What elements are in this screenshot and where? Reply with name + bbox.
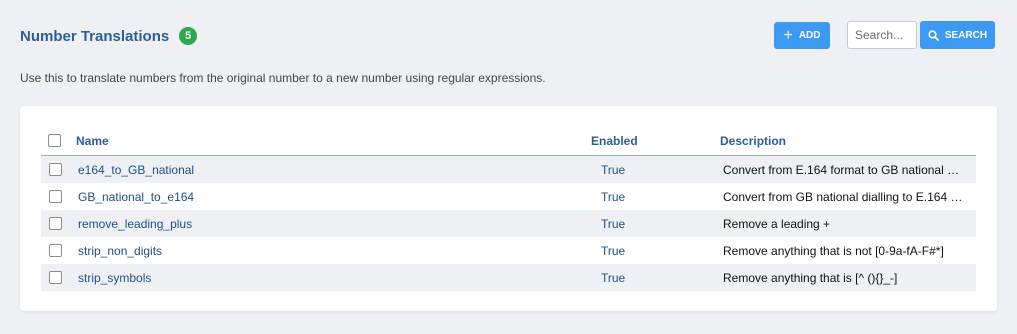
- count-badge: 5: [179, 27, 198, 45]
- page-title: Number Translations 5: [20, 27, 198, 45]
- row-enabled: True: [601, 244, 626, 258]
- page-title-text: Number Translations: [20, 27, 170, 45]
- row-enabled: True: [601, 190, 626, 204]
- row-name-link[interactable]: strip_non_digits: [78, 244, 162, 258]
- add-button-label: ADD: [798, 30, 821, 41]
- table-row[interactable]: strip_non_digits True Remove anything th…: [41, 237, 976, 264]
- row-description: Remove anything that is not [0-9a-fA-F#*…: [723, 244, 944, 258]
- translations-table-card: Name Enabled Description e164_to_GB_nati…: [20, 106, 997, 311]
- row-name-link[interactable]: remove_leading_plus: [78, 217, 192, 231]
- row-enabled: True: [601, 217, 626, 231]
- table-row[interactable]: GB_national_to_e164 True Convert from GB…: [41, 183, 976, 210]
- row-name-link[interactable]: GB_national_to_e164: [78, 190, 194, 204]
- column-header-enabled[interactable]: Enabled: [591, 134, 638, 148]
- row-description: Convert from E.164 format to GB national…: [723, 163, 960, 177]
- row-name-link[interactable]: strip_symbols: [78, 271, 151, 285]
- table-row[interactable]: strip_symbols True Remove anything that …: [41, 264, 976, 291]
- row-enabled: True: [601, 163, 626, 177]
- table-header: Name Enabled Description: [41, 128, 976, 156]
- row-checkbox[interactable]: [49, 163, 62, 176]
- row-checkbox[interactable]: [49, 271, 62, 284]
- page-description: Use this to translate numbers from the o…: [20, 71, 546, 85]
- select-all-checkbox[interactable]: [48, 134, 61, 147]
- search-input[interactable]: [847, 21, 917, 49]
- row-checkbox[interactable]: [49, 190, 62, 203]
- search-icon: [928, 29, 939, 41]
- table-row[interactable]: e164_to_GB_national True Convert from E.…: [41, 156, 976, 183]
- row-description: Remove a leading +: [723, 217, 831, 231]
- plus-icon: +: [783, 26, 793, 44]
- row-name-link[interactable]: e164_to_GB_national: [78, 163, 194, 177]
- add-button[interactable]: + ADD: [774, 22, 830, 49]
- column-header-description[interactable]: Description: [720, 134, 786, 148]
- row-description: Convert from GB national dialling to E.1…: [723, 190, 963, 204]
- row-checkbox[interactable]: [49, 244, 62, 257]
- search-button[interactable]: SEARCH: [920, 21, 995, 49]
- row-checkbox[interactable]: [49, 217, 62, 230]
- table-row[interactable]: remove_leading_plus True Remove a leadin…: [41, 210, 976, 237]
- row-description: Remove anything that is [^ (){}_-]: [723, 271, 898, 285]
- row-enabled: True: [601, 271, 626, 285]
- search-button-label: SEARCH: [944, 29, 988, 41]
- column-header-name[interactable]: Name: [76, 134, 109, 148]
